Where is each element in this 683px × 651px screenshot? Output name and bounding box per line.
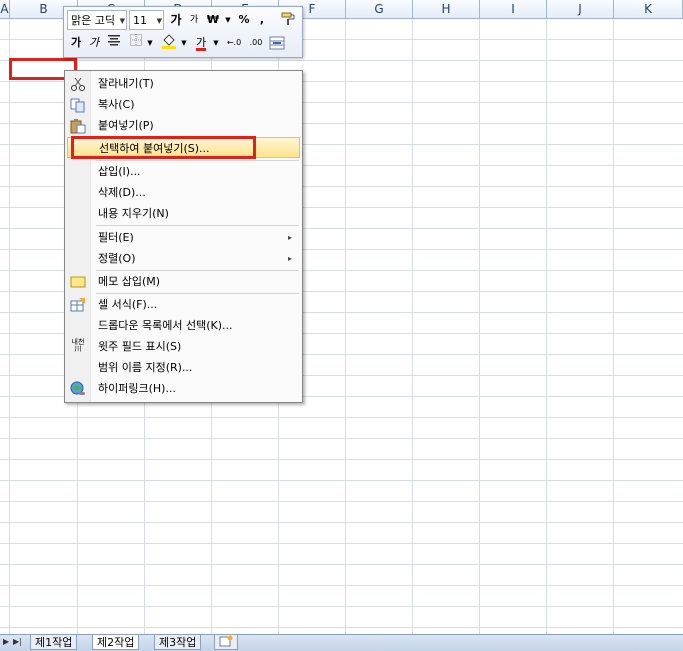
comment-icon (70, 274, 86, 290)
insert-sheet-icon[interactable] (214, 635, 238, 650)
menu-item-label: 범위 이름 지정(R)... (98, 361, 193, 374)
chevron-down-icon: ▼ (119, 17, 125, 25)
merge-center-icon[interactable] (269, 35, 285, 51)
grow-font-button[interactable]: 가 (168, 10, 184, 30)
menu-item-label: 잘라내기(T) (98, 77, 154, 90)
format-cells-icon (70, 297, 86, 313)
font-color-label: 가 (195, 36, 207, 49)
menu-item-format-cells[interactable]: 셀 서식(F)... (67, 294, 300, 315)
phonetic-icon: 내천 川 (71, 338, 85, 353)
chevron-down-icon[interactable]: ▼ (146, 33, 154, 53)
paste-icon (70, 118, 86, 134)
menu-item-insert[interactable]: 삽입(I)... (67, 161, 300, 182)
menu-item-label: 윗주 필드 표시(S) (98, 340, 182, 353)
menu-item-label: 메모 삽입(M) (98, 275, 161, 288)
paste-special-highlight-box (71, 136, 256, 159)
menu-item-hyperlink[interactable]: 하이퍼링크(H)... (67, 378, 300, 399)
tab-sheet-1[interactable]: 제1작업 (30, 635, 78, 650)
chevron-down-icon[interactable]: ▼ (180, 33, 188, 53)
font-name-value: 맑은 고딕 (71, 14, 115, 27)
fill-color-icon[interactable] (160, 33, 178, 53)
chevron-down-icon: ▼ (156, 17, 162, 25)
chevron-down-icon[interactable]: ▼ (224, 10, 232, 30)
percent-button[interactable]: % (236, 10, 252, 30)
menu-item-delete[interactable]: 삭제(D)... (67, 182, 300, 203)
menu-item-label: 드롭다운 목록에서 선택(K)... (98, 319, 233, 332)
tab-scroll-prev-icon[interactable]: ▶ (3, 637, 9, 646)
menu-item-label: 하이퍼링크(H)... (98, 382, 176, 395)
menu-item-cut[interactable]: 잘라내기(T) (67, 73, 300, 94)
comma-button[interactable]: , (256, 10, 268, 30)
menu-item-show-phonetic[interactable]: 내천 川 윗주 필드 표시(S) (67, 336, 300, 357)
menu-item-label: 내용 지우기(N) (98, 207, 169, 220)
font-color-button[interactable]: 가 (192, 33, 210, 53)
borders-icon[interactable] (128, 33, 144, 53)
menu-item-insert-comment[interactable]: 메모 삽입(M) (67, 271, 300, 292)
menu-item-label: 필터(E) (98, 231, 134, 244)
menu-item-label: 복사(C) (98, 98, 135, 111)
tab-scroll-last-icon[interactable]: ▶| (13, 637, 22, 646)
chevron-down-icon[interactable]: ▼ (212, 33, 220, 53)
sheet-tab-bar: ▶ ▶| 제1작업 제2작업 제3작업 (0, 634, 683, 651)
menu-item-label: 붙여넣기(P) (98, 119, 154, 132)
tab-sheet-3[interactable]: 제3작업 (154, 635, 202, 650)
menu-item-define-name[interactable]: 범위 이름 지정(R)... (67, 357, 300, 378)
format-painter-icon[interactable] (278, 10, 298, 30)
menu-item-label: 정렬(O) (98, 252, 136, 265)
align-center-icon[interactable] (106, 33, 122, 53)
shrink-font-button[interactable]: 가 (186, 10, 202, 30)
scissors-icon (70, 76, 86, 92)
menu-item-filter[interactable]: 필터(E) ▸ (67, 227, 300, 248)
font-size-combo[interactable]: 11 ▼ (129, 10, 164, 30)
menu-separator (96, 225, 299, 226)
menu-item-sort[interactable]: 정렬(O) ▸ (67, 248, 300, 269)
tab-sheet-2[interactable]: 제2작업 (92, 635, 140, 650)
menu-item-label: 삽입(I)... (98, 165, 141, 178)
font-name-combo[interactable]: 맑은 고딕 ▼ (67, 10, 127, 30)
mini-toolbar: 맑은 고딕 ▼ 11 ▼ 가 가 ₩ ▼ % , 가 가 ▼ ▼ 가 ▼ ←.0… (63, 6, 303, 58)
copy-icon (70, 97, 86, 113)
italic-button[interactable]: 가 (86, 33, 102, 53)
hyperlink-icon (70, 381, 86, 397)
font-size-value: 11 (133, 14, 147, 27)
menu-item-clear-contents[interactable]: 내용 지우기(N) (67, 203, 300, 224)
currency-button[interactable]: ₩ (204, 10, 222, 30)
menu-item-label: 삭제(D)... (98, 186, 146, 199)
menu-item-label: 셀 서식(F)... (98, 298, 158, 311)
submenu-arrow-icon: ▸ (287, 233, 292, 242)
menu-item-copy[interactable]: 복사(C) (67, 94, 300, 115)
menu-item-pick-from-dropdown[interactable]: 드롭다운 목록에서 선택(K)... (67, 315, 300, 336)
decrease-decimal-button[interactable]: .00 (246, 33, 266, 53)
submenu-arrow-icon: ▸ (287, 254, 292, 263)
bold-button[interactable]: 가 (68, 33, 84, 53)
context-menu: 잘라내기(T) 복사(C) 붙여넣기(P) 선택하여 붙여넣기(S)... 삽입… (64, 70, 303, 403)
menu-item-paste[interactable]: 붙여넣기(P) (67, 115, 300, 136)
increase-decimal-button[interactable]: ←.0 (224, 33, 244, 53)
